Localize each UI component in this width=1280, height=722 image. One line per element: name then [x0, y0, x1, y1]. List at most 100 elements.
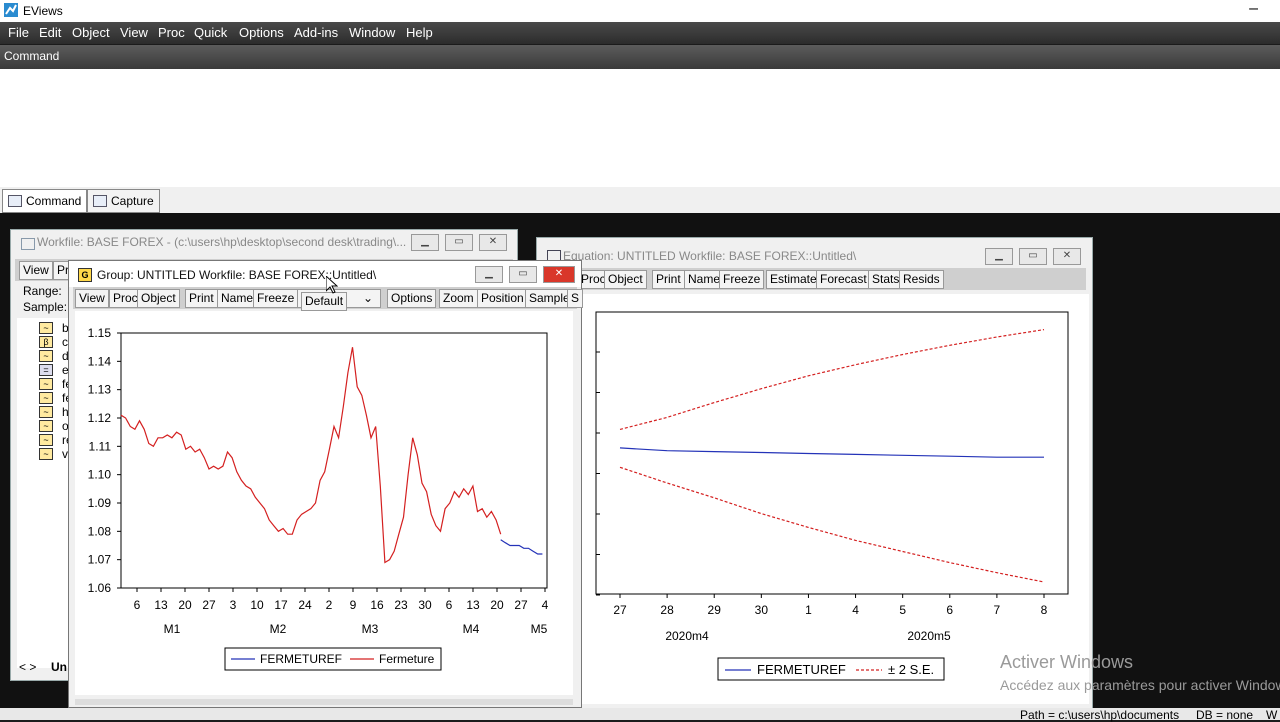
workfile-view-button[interactable]: View: [19, 261, 53, 280]
menu-edit[interactable]: Edit: [39, 25, 61, 40]
series-icon: ~: [39, 392, 53, 404]
equation-toolbar: Proc Object Print Name Freeze Estimate F…: [537, 268, 1086, 290]
group-minimize-icon[interactable]: ▁: [475, 266, 503, 283]
x-tick-label: 30: [755, 603, 769, 617]
equation-title: Equation: UNTITLED Workfile: BASE FOREX:…: [563, 249, 857, 263]
group-restore-icon[interactable]: ▭: [509, 266, 537, 283]
eq-forecast-button[interactable]: Forecast: [816, 270, 871, 289]
grp-s-button[interactable]: S: [567, 289, 584, 308]
x-tick-label: 2: [326, 598, 333, 612]
app-title: EViews: [23, 4, 63, 18]
group-window[interactable]: G Group: UNTITLED Workfile: BASE FOREX::…: [68, 260, 584, 708]
y-tick-label: 1.12: [88, 411, 112, 425]
eq-name-button[interactable]: Name: [684, 270, 725, 289]
workfile-close-icon[interactable]: ✕: [479, 234, 507, 251]
activation-watermark-title: Activer Windows: [1000, 652, 1134, 672]
x-tick-label: 27: [202, 598, 216, 612]
menu-file[interactable]: File: [8, 25, 29, 40]
x-tick-label: 6: [946, 603, 953, 617]
month-label: M5: [531, 622, 548, 636]
grp-freeze-button[interactable]: Freeze: [253, 289, 299, 308]
grp-name-button[interactable]: Name: [217, 289, 258, 308]
menu-help[interactable]: Help: [406, 25, 433, 40]
y-tick-label: 1.08: [88, 524, 112, 538]
activation-watermark-text: Accédez aux paramètres pour activer Wind…: [1000, 677, 1280, 693]
workfile-tab-nav[interactable]: < >: [19, 660, 36, 674]
menu-quick[interactable]: Quick: [194, 25, 227, 40]
command-tabs: Command Capture: [0, 187, 1280, 213]
month-label: M2: [270, 622, 287, 636]
group-scrollbar[interactable]: [75, 699, 573, 705]
x-tick-label: 5: [899, 603, 906, 617]
legend-label: FERMETUREF: [757, 662, 846, 677]
month-label: M3: [362, 622, 379, 636]
menu-proc[interactable]: Proc: [158, 25, 185, 40]
x-tick-label: 6: [134, 598, 141, 612]
group-title-bar[interactable]: G Group: UNTITLED Workfile: BASE FOREX::…: [69, 261, 581, 287]
equation-minimize-icon[interactable]: ▁: [985, 248, 1013, 265]
eq-print-button[interactable]: Print: [652, 270, 685, 289]
series-icon: ~: [39, 434, 53, 446]
equation-restore-icon[interactable]: ▭: [1019, 248, 1047, 265]
grp-zoom-button[interactable]: Zoom: [439, 289, 478, 308]
workfile-minimize-icon[interactable]: ▁: [411, 234, 439, 251]
eq-freeze-button[interactable]: Freeze: [719, 270, 765, 289]
y-tick-label: 1.14: [88, 354, 112, 368]
x-tick-label: 8: [1041, 603, 1048, 617]
status-bar: Path = c:\users\hp\documents DB = none W: [0, 708, 1280, 722]
x-tick-label: 13: [466, 598, 480, 612]
list-item[interactable]: βc: [39, 335, 68, 349]
menu-addins[interactable]: Add-ins: [294, 25, 338, 40]
chevron-down-icon: ⌄: [362, 291, 373, 305]
capture-tab-icon: [93, 195, 107, 207]
equation-title-bar[interactable]: Equation: UNTITLED Workfile: BASE FOREX:…: [537, 238, 1092, 265]
tab-capture-label: Capture: [111, 194, 154, 208]
equation-window[interactable]: Equation: UNTITLED Workfile: BASE FOREX:…: [536, 237, 1093, 709]
month-label: 2020m4: [665, 629, 709, 643]
tab-command[interactable]: Command: [2, 189, 88, 213]
x-tick-label: 4: [852, 603, 859, 617]
x-tick-label: 28: [660, 603, 674, 617]
grp-options-button[interactable]: Options: [387, 289, 437, 308]
workfile-page-tab[interactable]: Un: [51, 660, 67, 674]
x-tick-label: 13: [154, 598, 168, 612]
grp-view-button[interactable]: View: [75, 289, 109, 308]
workfile-title: Workfile: BASE FOREX - (c:\users\hp\desk…: [37, 235, 407, 249]
command-input[interactable]: [0, 69, 1280, 188]
series-line-fermeturef: [619, 447, 1044, 458]
tab-capture[interactable]: Capture: [87, 189, 160, 213]
x-tick-label: 30: [418, 598, 432, 612]
eviews-logo-icon: [4, 3, 18, 17]
workfile-restore-icon[interactable]: ▭: [445, 234, 473, 251]
workfile-title-bar[interactable]: Workfile: BASE FOREX - (c:\users\hp\desk…: [11, 230, 517, 254]
y-tick-label: 1.06: [88, 581, 112, 595]
series-line-lower: [619, 466, 1045, 583]
month-label: M4: [463, 622, 480, 636]
grp-print-button[interactable]: Print: [185, 289, 218, 308]
app-title-bar: EViews –: [0, 0, 1280, 22]
x-tick-label: 27: [514, 598, 528, 612]
eq-estimate-button[interactable]: Estimate: [766, 270, 821, 289]
eq-object-button[interactable]: Object: [604, 270, 647, 289]
minimize-icon[interactable]: –: [1249, 0, 1258, 18]
graph-type-value: Default: [301, 292, 348, 311]
legend-label: ± 2 S.E.: [888, 662, 934, 677]
group-close-icon[interactable]: ✕: [543, 266, 575, 283]
grp-object-button[interactable]: Object: [137, 289, 180, 308]
series-icon: ~: [39, 350, 53, 362]
menu-options[interactable]: Options: [239, 25, 284, 40]
menu-view[interactable]: View: [120, 25, 148, 40]
series-icon: ~: [39, 322, 53, 334]
month-label: M1: [164, 622, 181, 636]
graph-type-select[interactable]: Default ⌄: [297, 289, 381, 311]
menu-object[interactable]: Object: [72, 25, 110, 40]
month-label: 2020m5: [907, 629, 951, 643]
eq-resids-button[interactable]: Resids: [899, 270, 944, 289]
command-tab-icon: [8, 195, 22, 207]
menu-window[interactable]: Window: [349, 25, 395, 40]
y-tick-label: 1.13: [88, 383, 112, 397]
series-icon: ~: [39, 406, 53, 418]
equation-close-icon[interactable]: ✕: [1053, 248, 1081, 265]
grp-position-button[interactable]: Position: [477, 289, 528, 308]
command-header: Command: [0, 45, 1280, 69]
